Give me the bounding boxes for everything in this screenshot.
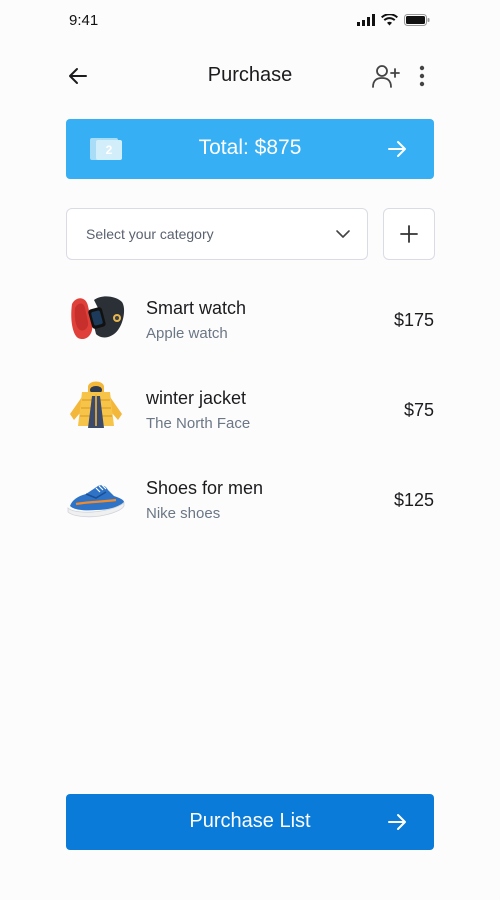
status-time: 9:41 — [69, 12, 99, 29]
arrow-left-icon[interactable] — [66, 64, 90, 88]
product-item-shoes[interactable]: Shoes for men Nike shoes $125 — [66, 468, 434, 558]
product-brand: The North Face — [146, 415, 251, 432]
shoes-image — [67, 484, 125, 518]
product-price: $125 — [393, 490, 434, 510]
product-list: Smart watch Apple watch $175 winter jack — [66, 288, 434, 558]
category-select-placeholder: Select your category — [86, 226, 214, 242]
more-vertical-icon[interactable] — [416, 64, 428, 88]
wifi-icon — [381, 14, 398, 26]
product-brand: Nike shoes — [146, 505, 221, 522]
product-item-smart-watch[interactable]: Smart watch Apple watch $175 — [66, 288, 434, 378]
purchase-screen: 9:41 Purchase 2 Total: $875 Select your … — [0, 0, 500, 900]
purchase-list-button[interactable]: Purchase List — [66, 794, 434, 850]
product-name: winter jacket — [146, 388, 247, 408]
status-bar: 9:41 — [0, 0, 500, 44]
product-name: Smart watch — [146, 298, 247, 318]
total-banner[interactable]: 2 Total: $875 — [66, 119, 434, 179]
purchase-list-label: Purchase List — [189, 810, 311, 832]
product-name: Shoes for men — [146, 478, 264, 498]
product-price: $75 — [403, 400, 434, 420]
battery-icon — [404, 14, 430, 26]
smart-watch-image — [71, 296, 125, 340]
category-select[interactable]: Select your category — [66, 208, 368, 260]
add-user-icon[interactable] — [372, 63, 400, 89]
status-icons — [357, 14, 430, 26]
winter-jacket-image — [70, 381, 122, 428]
chevron-down-icon — [336, 230, 350, 238]
header: Purchase — [66, 56, 434, 96]
product-item-winter-jacket[interactable]: winter jacket The North Face $75 — [66, 378, 434, 468]
arrow-right-icon — [388, 141, 406, 157]
add-category-button[interactable] — [383, 208, 435, 260]
signal-icon — [357, 14, 375, 26]
plus-icon — [400, 225, 418, 243]
product-price: $175 — [393, 310, 434, 330]
product-brand: Apple watch — [146, 325, 228, 342]
total-label: Total: $875 — [198, 136, 302, 159]
arrow-right-icon — [388, 814, 406, 830]
